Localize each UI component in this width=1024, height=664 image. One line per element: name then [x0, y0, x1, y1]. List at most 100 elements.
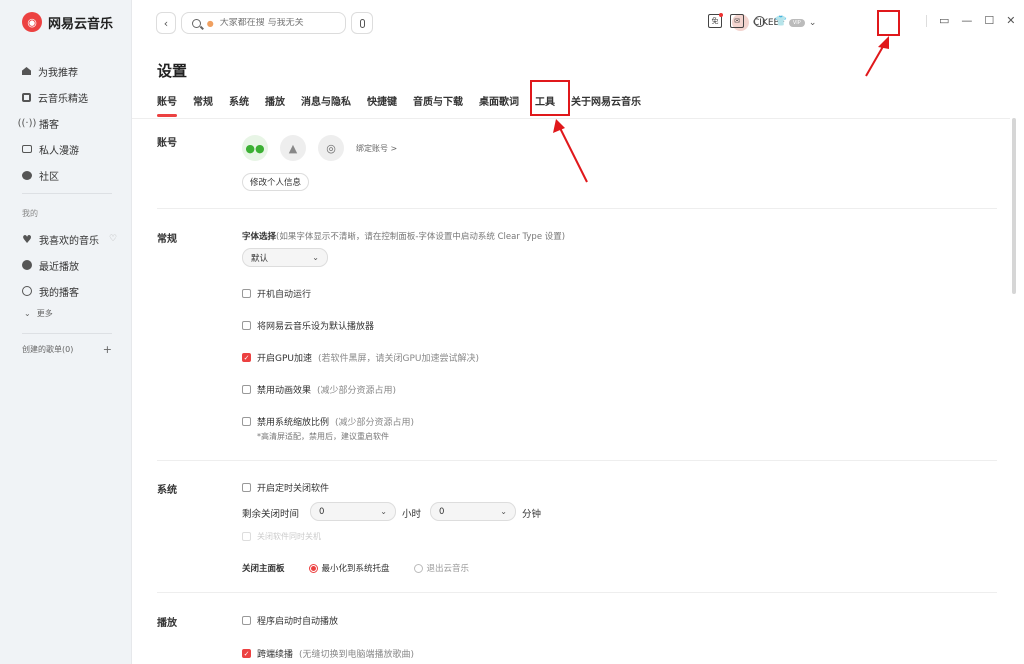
sidebar-item-label: 私人漫游: [39, 145, 79, 157]
minutes-select[interactable]: 0 ⌄: [430, 502, 516, 521]
window-separator: [926, 14, 927, 27]
radio-minimize-tray[interactable]: 最小化到系统托盘: [308, 562, 390, 574]
sidebar-item-roam[interactable]: 私人漫游: [0, 136, 132, 162]
music-note-icon: [22, 92, 31, 102]
search-icon: [192, 18, 201, 28]
option-gpu[interactable]: ✓ 开启GPU加速 (若软件黑屏，请关闭GPU加速尝试解决): [242, 351, 479, 364]
radio-unselected[interactable]: [413, 563, 423, 573]
section-divider: [157, 592, 997, 593]
radio-label: 退出云音乐: [426, 564, 470, 574]
option-label: 禁用系统缩放比例: [257, 418, 330, 428]
option-disable-animation[interactable]: 禁用动画效果 (减少部分资源占用): [242, 383, 396, 396]
app-logo[interactable]: ◉ 网易云音乐: [22, 12, 113, 32]
search-input[interactable]: [219, 18, 345, 28]
voice-search-button[interactable]: [351, 12, 373, 34]
tab-playback[interactable]: 播放: [265, 93, 285, 111]
maximize-icon[interactable]: ☐: [984, 14, 994, 27]
badge-icon[interactable]: 免: [708, 13, 723, 28]
option-autostart[interactable]: 开机自动运行: [242, 287, 311, 300]
podcast-icon: [22, 286, 32, 296]
scrollbar[interactable]: [1012, 118, 1016, 294]
wechat-icon[interactable]: ●●: [242, 135, 268, 161]
font-label-text: 字体选择: [242, 232, 277, 242]
tab-about[interactable]: 关于网易云音乐: [571, 93, 641, 111]
tab-quality-download[interactable]: 音质与下载: [413, 93, 463, 111]
created-playlists[interactable]: 创建的歌单(0) +: [22, 343, 112, 356]
system-section-title: 系统: [157, 485, 177, 496]
sidebar-item-label: 云音乐精选: [38, 93, 88, 105]
sidebar-item-featured[interactable]: 云音乐精选: [0, 84, 132, 110]
sidebar-item-podcast[interactable]: ((·)) 播客: [0, 110, 132, 136]
settings-icon[interactable]: [752, 14, 766, 28]
sidebar-item-community[interactable]: 社区: [0, 162, 132, 188]
checkbox[interactable]: [242, 616, 251, 625]
tab-system[interactable]: 系统: [229, 93, 249, 111]
sidebar-item-label: 我喜欢的音乐: [39, 235, 99, 247]
sidebar-item-my-podcast[interactable]: 我的播客: [0, 278, 132, 304]
hours-select[interactable]: 0 ⌄: [310, 502, 396, 521]
option-default-player[interactable]: 将网易云音乐设为默认播放器: [242, 319, 374, 332]
checkbox[interactable]: [242, 321, 251, 330]
flame-icon: ●: [206, 18, 214, 28]
option-shutdown[interactable]: 关闭软件同时关机: [242, 531, 321, 542]
checkbox[interactable]: [242, 417, 251, 426]
mini-player-icon[interactable]: ▭: [939, 14, 949, 27]
tab-shortcuts[interactable]: 快捷键: [367, 93, 397, 111]
heartbeat-mode-icon[interactable]: ♡: [109, 234, 117, 244]
bind-account-link[interactable]: 绑定账号 >: [356, 143, 397, 154]
scaling-note: *高清屏适配，禁用后，建议重启软件: [257, 432, 389, 441]
app-name: 网易云音乐: [48, 16, 114, 32]
checkbox[interactable]: [242, 483, 251, 492]
edit-profile-button[interactable]: 修改个人信息: [242, 173, 310, 191]
sidebar-item-recent[interactable]: 最近播放: [0, 252, 132, 278]
weibo-icon[interactable]: ◎: [318, 135, 344, 161]
skin-icon[interactable]: 👕: [774, 14, 788, 28]
checkbox[interactable]: [242, 385, 251, 394]
option-label: 开启定时关闭软件: [257, 484, 330, 494]
chevron-down-icon[interactable]: ⌄: [809, 18, 817, 28]
vip-badge[interactable]: VIP: [788, 18, 805, 27]
tab-account[interactable]: 账号: [157, 93, 177, 117]
sidebar-more[interactable]: ⌄ 更多: [0, 304, 132, 322]
option-label: 关闭软件同时关机: [257, 532, 321, 541]
option-cross-device[interactable]: ✓ 跨端续播 (无缝切换到电脑端播放歌曲): [242, 647, 414, 660]
font-hint: (如果字体显示不清晰，请在控制面板-字体设置中启动系统 Clear Type 设…: [276, 232, 566, 242]
option-autoplay[interactable]: 程序启动时自动播放: [242, 614, 338, 627]
search-box[interactable]: ●: [181, 12, 346, 34]
option-label: 将网易云音乐设为默认播放器: [257, 322, 375, 332]
sidebar-nav: 为我推荐 云音乐精选 ((·)) 播客 私人漫游 社区: [0, 58, 132, 188]
checkbox-checked[interactable]: ✓: [242, 649, 251, 658]
radio-exit[interactable]: 退出云音乐: [413, 562, 470, 574]
playback-section-title: 播放: [157, 618, 177, 629]
sidebar-item-label: 为我推荐: [38, 67, 78, 79]
radio-label: 最小化到系统托盘: [321, 564, 390, 574]
sidebar-item-recommend[interactable]: 为我推荐: [0, 58, 132, 84]
sidebar-divider: [22, 193, 112, 194]
sidebar-item-liked[interactable]: ♥ 我喜欢的音乐 ♡: [0, 226, 132, 252]
option-hint: (减少部分资源占用): [335, 418, 415, 428]
checkbox-checked[interactable]: ✓: [242, 353, 251, 362]
gear-icon: [753, 15, 765, 27]
sidebar-item-label: 播客: [39, 119, 59, 131]
close-panel-label: 关闭主面板: [242, 564, 285, 574]
tab-privacy[interactable]: 消息与隐私: [301, 93, 351, 111]
general-section-title: 常规: [157, 234, 177, 245]
option-label: 开机自动运行: [257, 290, 312, 300]
account-section-title: 账号: [157, 138, 177, 149]
checkbox-disabled[interactable]: [242, 532, 251, 541]
tab-desktop-lyrics[interactable]: 桌面歌词: [479, 93, 519, 111]
minimize-icon[interactable]: —: [961, 14, 972, 27]
back-button[interactable]: ‹: [156, 12, 176, 34]
chevron-down-icon: ⌄: [24, 308, 31, 318]
checkbox[interactable]: [242, 289, 251, 298]
mail-icon[interactable]: ✉: [730, 14, 744, 28]
option-timer-close[interactable]: 开启定时关闭软件: [242, 481, 329, 494]
qq-icon[interactable]: ▲: [280, 135, 306, 161]
close-icon[interactable]: ✕: [1006, 14, 1015, 27]
add-playlist-icon[interactable]: +: [103, 343, 112, 356]
option-disable-scaling[interactable]: 禁用系统缩放比例 (减少部分资源占用): [242, 415, 414, 428]
radio-selected[interactable]: [308, 563, 318, 573]
tab-general[interactable]: 常规: [193, 93, 213, 111]
netease-logo-icon: ◉: [22, 12, 42, 32]
font-select[interactable]: 默认 ⌄: [242, 248, 328, 267]
